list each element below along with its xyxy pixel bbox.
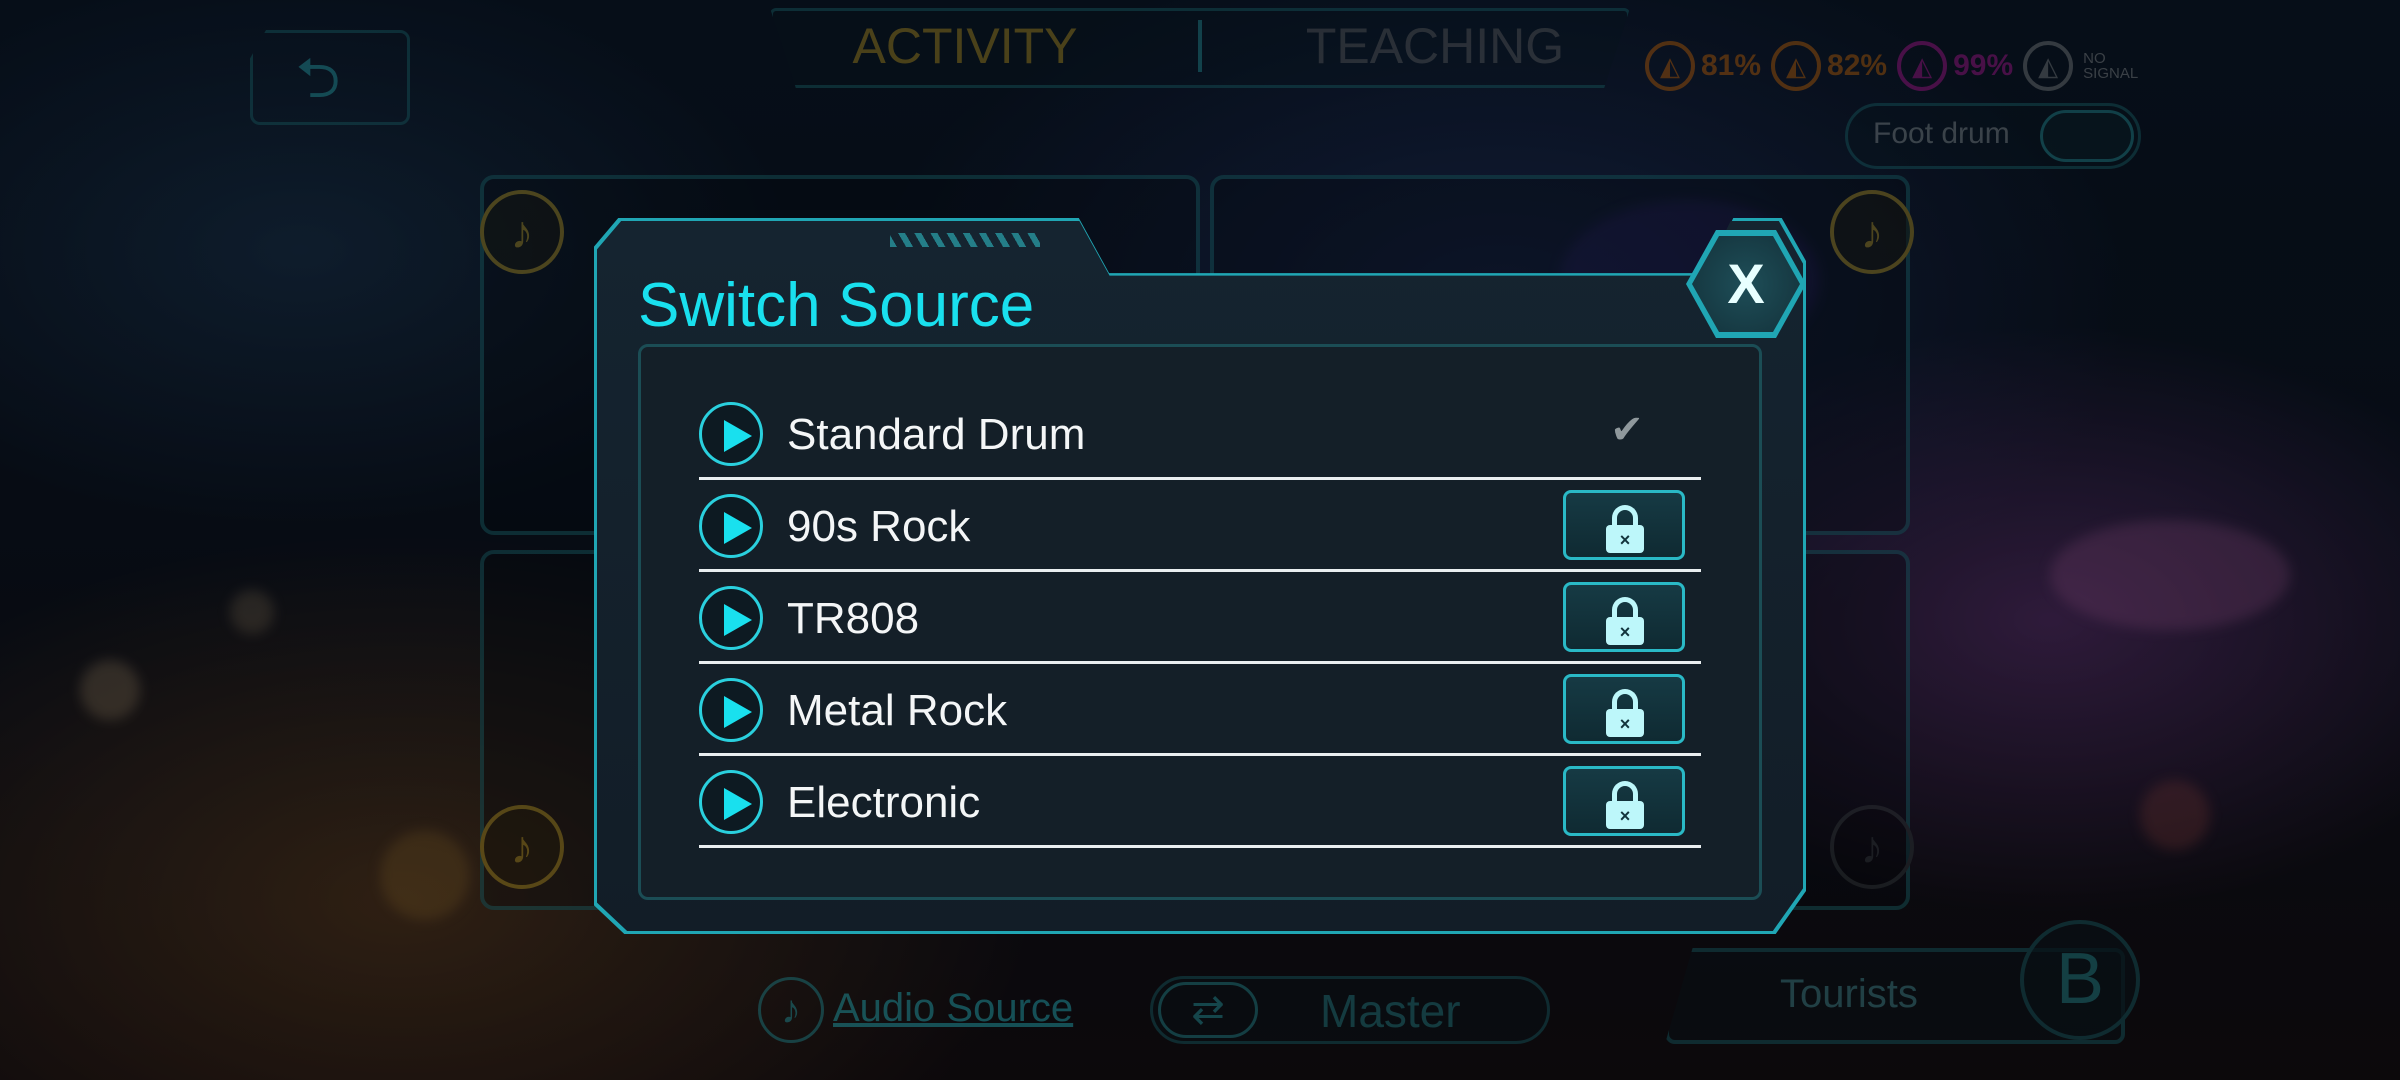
unlock-button[interactable]: × bbox=[1563, 766, 1685, 836]
unlock-button[interactable]: × bbox=[1563, 490, 1685, 560]
unlock-button[interactable]: × bbox=[1563, 582, 1685, 652]
lock-icon-body: × bbox=[1606, 617, 1644, 645]
lock-icon-body: × bbox=[1606, 801, 1644, 829]
play-icon bbox=[724, 788, 752, 820]
dialog-decoration bbox=[890, 233, 1040, 247]
dialog-title: Switch Source bbox=[638, 271, 1035, 340]
source-row[interactable]: TR808 × bbox=[699, 572, 1701, 664]
source-name: Standard Drum bbox=[787, 410, 1086, 459]
source-row[interactable]: Standard Drum ✔ bbox=[699, 388, 1701, 480]
source-row[interactable]: Electronic × bbox=[699, 756, 1701, 848]
lock-icon-body: × bbox=[1606, 709, 1644, 737]
play-preview-button[interactable] bbox=[699, 402, 763, 466]
source-name: Electronic bbox=[787, 778, 981, 827]
source-name: Metal Rock bbox=[787, 686, 1008, 735]
play-preview-button[interactable] bbox=[699, 586, 763, 650]
source-row[interactable]: Metal Rock × bbox=[699, 664, 1701, 756]
unlock-button[interactable]: × bbox=[1563, 674, 1685, 744]
play-icon bbox=[724, 604, 752, 636]
play-preview-button[interactable] bbox=[699, 770, 763, 834]
source-name: TR808 bbox=[787, 594, 920, 643]
lock-icon-body: × bbox=[1606, 525, 1644, 553]
play-icon bbox=[724, 420, 752, 452]
play-preview-button[interactable] bbox=[699, 494, 763, 558]
play-icon bbox=[724, 696, 752, 728]
source-row[interactable]: 90s Rock × bbox=[699, 480, 1701, 572]
play-icon bbox=[724, 512, 752, 544]
play-preview-button[interactable] bbox=[699, 678, 763, 742]
source-name: 90s Rock bbox=[787, 502, 971, 551]
check-icon: ✔ bbox=[1610, 408, 1644, 452]
